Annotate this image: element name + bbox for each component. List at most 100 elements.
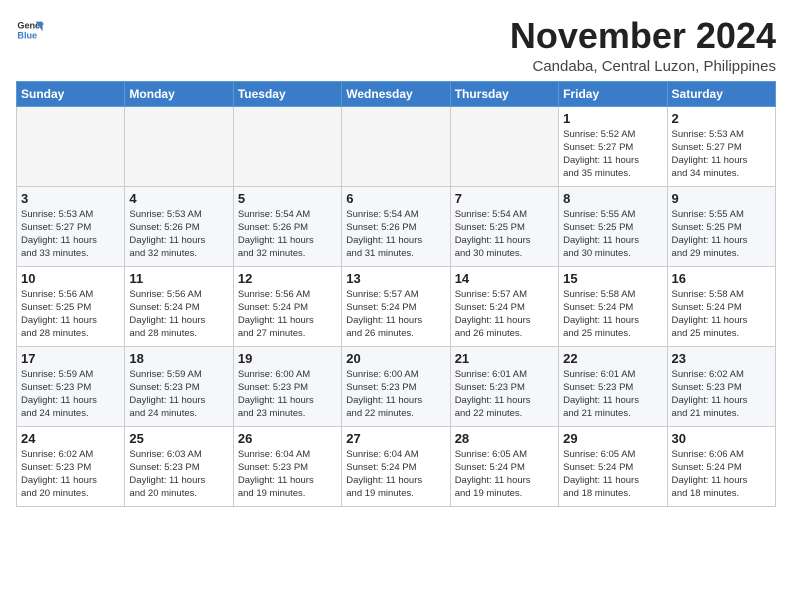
- day-info: Sunrise: 6:00 AM Sunset: 5:23 PM Dayligh…: [238, 368, 337, 421]
- calendar-week-row: 24 Sunrise: 6:02 AM Sunset: 5:23 PM Dayli…: [17, 426, 776, 506]
- calendar-day-cell: 5 Sunrise: 5:54 AM Sunset: 5:26 PM Daylig…: [233, 186, 341, 266]
- calendar-table: SundayMondayTuesdayWednesdayThursdayFrid…: [16, 81, 776, 507]
- day-number: 22: [563, 351, 662, 366]
- day-info: Sunrise: 5:53 AM Sunset: 5:27 PM Dayligh…: [21, 208, 120, 261]
- day-number: 11: [129, 271, 228, 286]
- calendar-day-cell: 19 Sunrise: 6:00 AM Sunset: 5:23 PM Dayli…: [233, 346, 341, 426]
- calendar-day-cell: [233, 106, 341, 186]
- calendar-day-cell: 20 Sunrise: 6:00 AM Sunset: 5:23 PM Dayli…: [342, 346, 450, 426]
- day-info: Sunrise: 5:55 AM Sunset: 5:25 PM Dayligh…: [563, 208, 662, 261]
- day-number: 1: [563, 111, 662, 126]
- day-number: 26: [238, 431, 337, 446]
- svg-text:Blue: Blue: [17, 30, 37, 40]
- calendar-day-cell: 16 Sunrise: 5:58 AM Sunset: 5:24 PM Dayli…: [667, 266, 775, 346]
- day-info: Sunrise: 6:03 AM Sunset: 5:23 PM Dayligh…: [129, 448, 228, 501]
- day-number: 7: [455, 191, 554, 206]
- calendar-week-row: 10 Sunrise: 5:56 AM Sunset: 5:25 PM Dayli…: [17, 266, 776, 346]
- day-number: 13: [346, 271, 445, 286]
- day-number: 28: [455, 431, 554, 446]
- day-number: 16: [672, 271, 771, 286]
- day-info: Sunrise: 6:02 AM Sunset: 5:23 PM Dayligh…: [672, 368, 771, 421]
- day-info: Sunrise: 6:04 AM Sunset: 5:24 PM Dayligh…: [346, 448, 445, 501]
- calendar-day-cell: 24 Sunrise: 6:02 AM Sunset: 5:23 PM Dayli…: [17, 426, 125, 506]
- calendar-day-cell: 2 Sunrise: 5:53 AM Sunset: 5:27 PM Daylig…: [667, 106, 775, 186]
- day-info: Sunrise: 5:56 AM Sunset: 5:24 PM Dayligh…: [238, 288, 337, 341]
- calendar-day-cell: [125, 106, 233, 186]
- day-info: Sunrise: 6:05 AM Sunset: 5:24 PM Dayligh…: [455, 448, 554, 501]
- day-info: Sunrise: 6:01 AM Sunset: 5:23 PM Dayligh…: [563, 368, 662, 421]
- day-info: Sunrise: 5:52 AM Sunset: 5:27 PM Dayligh…: [563, 128, 662, 181]
- day-number: 2: [672, 111, 771, 126]
- day-number: 30: [672, 431, 771, 446]
- day-number: 23: [672, 351, 771, 366]
- calendar-day-cell: 30 Sunrise: 6:06 AM Sunset: 5:24 PM Dayli…: [667, 426, 775, 506]
- weekday-header-cell: Friday: [559, 81, 667, 106]
- day-number: 3: [21, 191, 120, 206]
- calendar-day-cell: 9Sunrise: 5:55 AM Sunset: 5:25 PM Daylig…: [667, 186, 775, 266]
- day-info: Sunrise: 5:53 AM Sunset: 5:26 PM Dayligh…: [129, 208, 228, 261]
- weekday-header-cell: Tuesday: [233, 81, 341, 106]
- calendar-day-cell: 8 Sunrise: 5:55 AM Sunset: 5:25 PM Daylig…: [559, 186, 667, 266]
- day-number: 25: [129, 431, 228, 446]
- calendar-week-row: 17Sunrise: 5:59 AM Sunset: 5:23 PM Dayli…: [17, 346, 776, 426]
- day-number: 29: [563, 431, 662, 446]
- day-number: 24: [21, 431, 120, 446]
- day-number: 9: [672, 191, 771, 206]
- calendar-day-cell: 1 Sunrise: 5:52 AM Sunset: 5:27 PM Daylig…: [559, 106, 667, 186]
- day-number: 12: [238, 271, 337, 286]
- day-info: Sunrise: 6:06 AM Sunset: 5:24 PM Dayligh…: [672, 448, 771, 501]
- calendar-day-cell: 18 Sunrise: 5:59 AM Sunset: 5:23 PM Dayli…: [125, 346, 233, 426]
- calendar-day-cell: 14Sunrise: 5:57 AM Sunset: 5:24 PM Dayli…: [450, 266, 558, 346]
- calendar-day-cell: 28 Sunrise: 6:05 AM Sunset: 5:24 PM Dayli…: [450, 426, 558, 506]
- day-info: Sunrise: 5:59 AM Sunset: 5:23 PM Dayligh…: [21, 368, 120, 421]
- day-number: 18: [129, 351, 228, 366]
- month-title: November 2024: [510, 16, 776, 56]
- calendar-day-cell: 6 Sunrise: 5:54 AM Sunset: 5:26 PM Daylig…: [342, 186, 450, 266]
- weekday-header-cell: Wednesday: [342, 81, 450, 106]
- day-info: Sunrise: 5:54 AM Sunset: 5:25 PM Dayligh…: [455, 208, 554, 261]
- day-number: 15: [563, 271, 662, 286]
- day-info: Sunrise: 5:54 AM Sunset: 5:26 PM Dayligh…: [238, 208, 337, 261]
- day-info: Sunrise: 5:58 AM Sunset: 5:24 PM Dayligh…: [672, 288, 771, 341]
- day-info: Sunrise: 5:56 AM Sunset: 5:25 PM Dayligh…: [21, 288, 120, 341]
- calendar-day-cell: [17, 106, 125, 186]
- calendar-day-cell: 22 Sunrise: 6:01 AM Sunset: 5:23 PM Dayli…: [559, 346, 667, 426]
- day-info: Sunrise: 6:04 AM Sunset: 5:23 PM Dayligh…: [238, 448, 337, 501]
- day-info: Sunrise: 5:57 AM Sunset: 5:24 PM Dayligh…: [346, 288, 445, 341]
- day-info: Sunrise: 5:59 AM Sunset: 5:23 PM Dayligh…: [129, 368, 228, 421]
- logo-icon: General Blue: [16, 16, 44, 44]
- day-number: 6: [346, 191, 445, 206]
- weekday-header-row: SundayMondayTuesdayWednesdayThursdayFrid…: [17, 81, 776, 106]
- calendar-day-cell: [450, 106, 558, 186]
- weekday-header-cell: Monday: [125, 81, 233, 106]
- day-number: 19: [238, 351, 337, 366]
- calendar-day-cell: 10 Sunrise: 5:56 AM Sunset: 5:25 PM Dayli…: [17, 266, 125, 346]
- location-title: Candaba, Central Luzon, Philippines: [510, 58, 776, 75]
- calendar-day-cell: 27Sunrise: 6:04 AM Sunset: 5:24 PM Dayli…: [342, 426, 450, 506]
- title-section: November 2024 Candaba, Central Luzon, Ph…: [510, 16, 776, 75]
- calendar-day-cell: 29Sunrise: 6:05 AM Sunset: 5:24 PM Dayli…: [559, 426, 667, 506]
- day-number: 8: [563, 191, 662, 206]
- day-info: Sunrise: 6:01 AM Sunset: 5:23 PM Dayligh…: [455, 368, 554, 421]
- calendar-day-cell: 25 Sunrise: 6:03 AM Sunset: 5:23 PM Dayli…: [125, 426, 233, 506]
- day-info: Sunrise: 6:00 AM Sunset: 5:23 PM Dayligh…: [346, 368, 445, 421]
- day-number: 20: [346, 351, 445, 366]
- weekday-header-cell: Saturday: [667, 81, 775, 106]
- day-number: 10: [21, 271, 120, 286]
- calendar-body: 1 Sunrise: 5:52 AM Sunset: 5:27 PM Daylig…: [17, 106, 776, 506]
- day-info: Sunrise: 5:54 AM Sunset: 5:26 PM Dayligh…: [346, 208, 445, 261]
- day-info: Sunrise: 5:56 AM Sunset: 5:24 PM Dayligh…: [129, 288, 228, 341]
- day-number: 5: [238, 191, 337, 206]
- calendar-day-cell: 26 Sunrise: 6:04 AM Sunset: 5:23 PM Dayli…: [233, 426, 341, 506]
- logo: General Blue: [16, 16, 44, 44]
- day-info: Sunrise: 6:02 AM Sunset: 5:23 PM Dayligh…: [21, 448, 120, 501]
- calendar-day-cell: 4Sunrise: 5:53 AM Sunset: 5:26 PM Daylig…: [125, 186, 233, 266]
- day-number: 21: [455, 351, 554, 366]
- weekday-header-cell: Sunday: [17, 81, 125, 106]
- calendar-day-cell: 7 Sunrise: 5:54 AM Sunset: 5:25 PM Daylig…: [450, 186, 558, 266]
- calendar-day-cell: 23 Sunrise: 6:02 AM Sunset: 5:23 PM Dayli…: [667, 346, 775, 426]
- calendar-day-cell: 21 Sunrise: 6:01 AM Sunset: 5:23 PM Dayli…: [450, 346, 558, 426]
- calendar-week-row: 3 Sunrise: 5:53 AM Sunset: 5:27 PM Daylig…: [17, 186, 776, 266]
- day-info: Sunrise: 5:53 AM Sunset: 5:27 PM Dayligh…: [672, 128, 771, 181]
- weekday-header-cell: Thursday: [450, 81, 558, 106]
